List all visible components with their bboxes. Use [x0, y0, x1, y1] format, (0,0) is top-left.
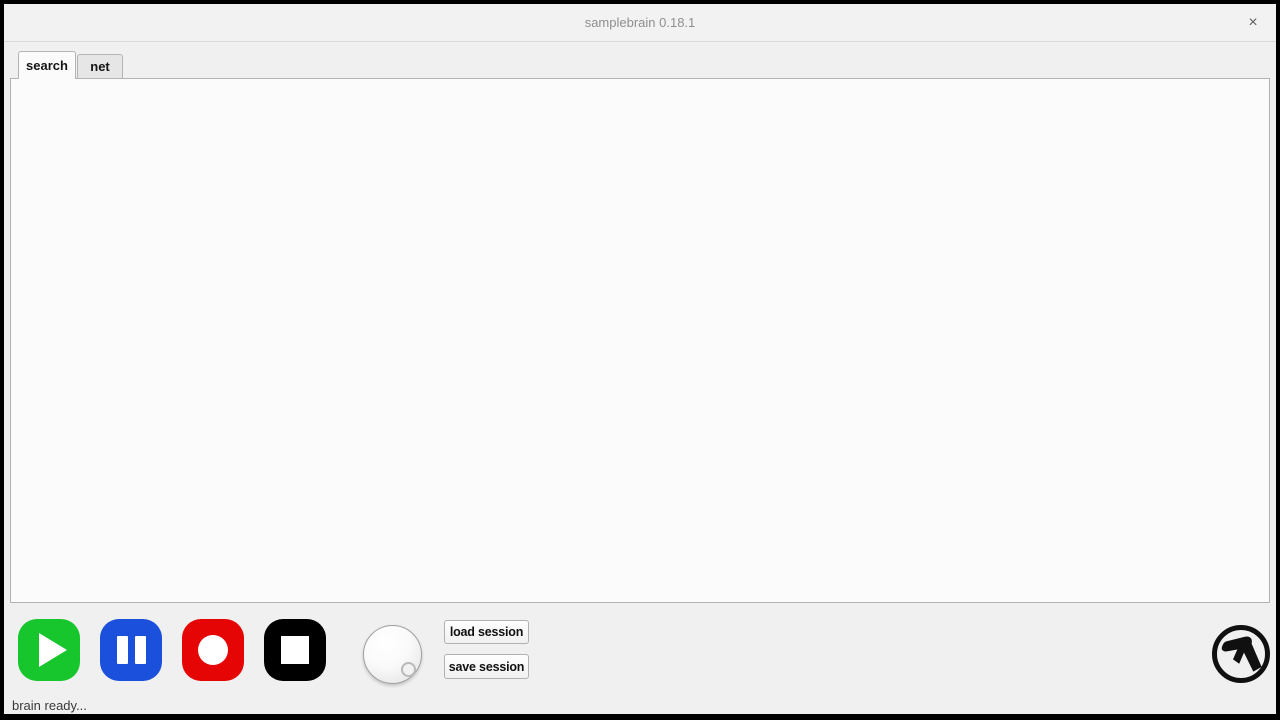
pause-icon: [117, 636, 146, 664]
record-button[interactable]: [182, 619, 244, 681]
play-button[interactable]: [18, 619, 80, 681]
title-bar: samplebrain 0.18.1 ×: [4, 4, 1276, 42]
pause-button[interactable]: [100, 619, 162, 681]
aphex-twin-logo-icon: [1209, 622, 1273, 686]
tab-net[interactable]: net: [77, 54, 123, 79]
record-icon: [198, 635, 228, 665]
tab-search[interactable]: search: [18, 51, 76, 79]
knob-indicator-icon: [401, 662, 416, 677]
save-session-button[interactable]: save session: [444, 654, 529, 679]
window-title: samplebrain 0.18.1: [4, 15, 1276, 30]
load-session-button[interactable]: load session: [444, 620, 529, 644]
stop-button[interactable]: [264, 619, 326, 681]
play-icon: [39, 633, 67, 667]
status-bar-text: brain ready...: [12, 698, 87, 713]
close-icon[interactable]: ×: [1243, 13, 1263, 33]
volume-knob[interactable]: [363, 625, 422, 684]
stop-icon: [281, 636, 309, 664]
app-window: samplebrain 0.18.1 × search net brain tw…: [4, 4, 1276, 714]
search-tab-panel: [10, 78, 1270, 603]
